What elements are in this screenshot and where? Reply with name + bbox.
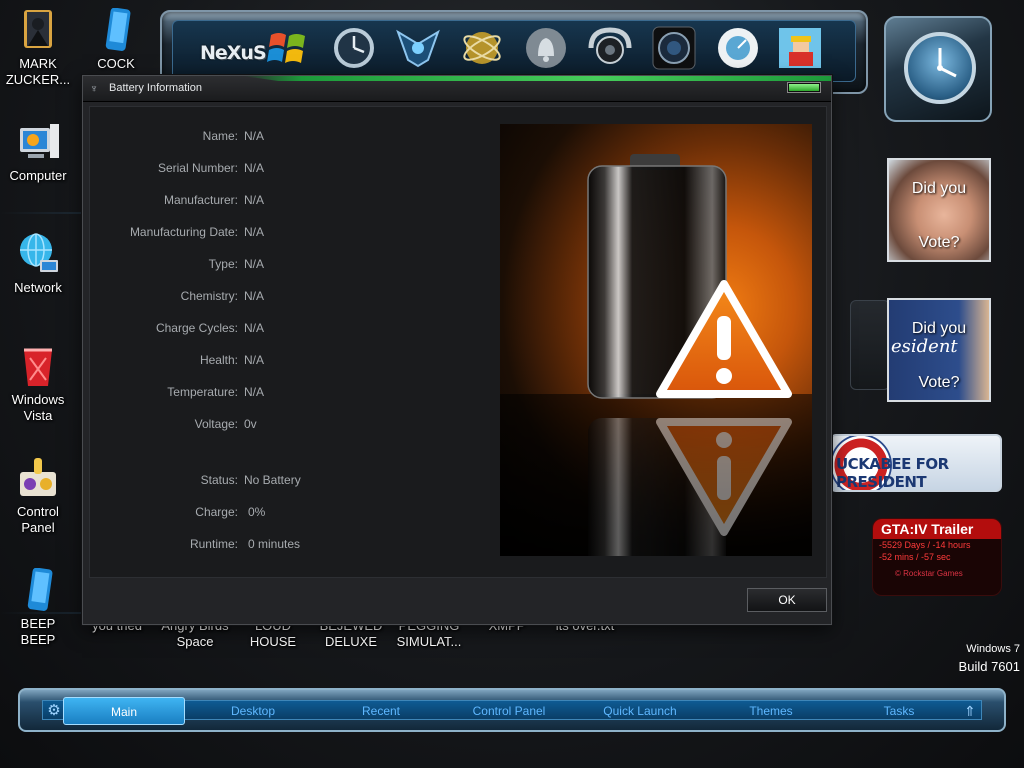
clock-widget[interactable] bbox=[884, 16, 992, 122]
windows-logo-icon[interactable] bbox=[262, 22, 314, 74]
recycle-bin-icon bbox=[16, 344, 60, 388]
prop-voltage: Voltage: 0v bbox=[194, 417, 257, 431]
desktop-icon-mark-zucker[interactable]: MARK ZUCKER... bbox=[0, 8, 76, 88]
tab-themes[interactable]: Themes bbox=[709, 701, 833, 721]
bell-icon[interactable] bbox=[520, 22, 572, 74]
prop-serial-number: Serial Number: N/A bbox=[157, 161, 265, 175]
gauge-icon[interactable] bbox=[712, 22, 764, 74]
camera-lens-icon[interactable] bbox=[648, 22, 700, 74]
prop-charge-cycles: Charge Cycles: N/A bbox=[155, 321, 265, 335]
tab-main[interactable]: Main bbox=[63, 697, 185, 725]
vote-widget-1[interactable]: Did you Vote? bbox=[887, 158, 991, 262]
taskbar-tabs: ⚙ Main Desktop Recent Control Panel Quic… bbox=[42, 697, 982, 725]
nexus-logo[interactable]: NeXuS bbox=[200, 42, 267, 64]
dialog-title: Battery Information bbox=[109, 82, 202, 94]
clock-face-icon bbox=[904, 32, 976, 104]
control-panel-icon bbox=[16, 456, 60, 500]
prop-name: Name: N/A bbox=[202, 129, 265, 143]
gta-countdown-widget[interactable]: GTA:IV Trailer -5529 Days / -14 hours -5… bbox=[872, 518, 1002, 596]
prop-runtime: Runtime: 0 minutes bbox=[189, 537, 301, 551]
clock-icon[interactable] bbox=[328, 22, 380, 74]
dialog-content-panel: Name: N/A Serial Number: N/A Manufacture… bbox=[89, 106, 827, 578]
book-user-icon bbox=[16, 8, 60, 52]
atom-icon[interactable] bbox=[456, 22, 508, 74]
taskbar: ⚙ Main Desktop Recent Control Panel Quic… bbox=[18, 688, 1006, 732]
battery-warning-icon bbox=[587, 154, 792, 556]
prop-type: Type: N/A bbox=[208, 257, 265, 271]
shield-emblem-icon[interactable] bbox=[392, 22, 444, 74]
gear-icon[interactable]: ⚙ bbox=[45, 702, 63, 720]
desktop-icon-computer[interactable]: Computer bbox=[0, 120, 76, 184]
desktop-icon-network[interactable]: Network bbox=[0, 232, 76, 296]
prop-manufacturer: Manufacturer: N/A bbox=[163, 193, 265, 207]
tab-recent[interactable]: Recent bbox=[319, 701, 443, 721]
app-icon: ♆ bbox=[89, 83, 99, 95]
battery-info-dialog: ♆ Battery Information Name: N/A Serial N… bbox=[82, 75, 832, 625]
windows-version-watermark: Windows 7 Build 7601 bbox=[958, 643, 1020, 674]
blue-phone-icon bbox=[16, 567, 60, 612]
arrow-up-icon[interactable]: ⇑ bbox=[961, 702, 979, 720]
tab-desktop[interactable]: Desktop bbox=[191, 701, 315, 721]
battery-warning-image bbox=[500, 124, 812, 556]
president-poster-text: esident bbox=[891, 336, 958, 357]
battery-level-icon bbox=[787, 82, 821, 93]
dialog-titlebar[interactable]: ♆ Battery Information bbox=[83, 76, 831, 102]
tab-quick-launch[interactable]: Quick Launch bbox=[575, 701, 705, 721]
prop-status: Status: No Battery bbox=[200, 473, 301, 487]
prop-chemistry: Chemistry: N/A bbox=[180, 289, 265, 303]
prop-temperature: Temperature: N/A bbox=[167, 385, 265, 399]
network-globe-icon bbox=[16, 232, 60, 276]
desktop-icon-beep-beep[interactable]: BEEP BEEP bbox=[0, 567, 76, 648]
desktop-icon-windows-vista[interactable]: Windows Vista bbox=[0, 344, 76, 424]
desktop-icon-control-panel[interactable]: Control Panel bbox=[0, 456, 76, 536]
vote-widget-2[interactable]: Did you esident Vote? bbox=[887, 298, 991, 402]
prop-health: Health: N/A bbox=[199, 353, 265, 367]
titlebar-accent bbox=[243, 76, 831, 81]
tab-control-panel[interactable]: Control Panel bbox=[447, 701, 571, 721]
cartoon-icon[interactable] bbox=[774, 22, 826, 74]
computer-icon bbox=[16, 120, 60, 164]
huckabee-widget[interactable]: UCKABEE FOR PRESIDENT bbox=[830, 434, 1002, 492]
desktop-icon-cock[interactable]: COCK bbox=[78, 7, 154, 72]
webcam-icon[interactable] bbox=[584, 22, 636, 74]
prop-manufacturing-date: Manufacturing Date: N/A bbox=[129, 225, 265, 239]
prop-charge: Charge: 0% bbox=[195, 505, 266, 519]
blue-phone-icon bbox=[94, 7, 138, 52]
desktop-plate bbox=[850, 300, 890, 390]
ok-button[interactable]: OK bbox=[747, 588, 827, 612]
tab-tasks[interactable]: Tasks bbox=[837, 701, 961, 721]
